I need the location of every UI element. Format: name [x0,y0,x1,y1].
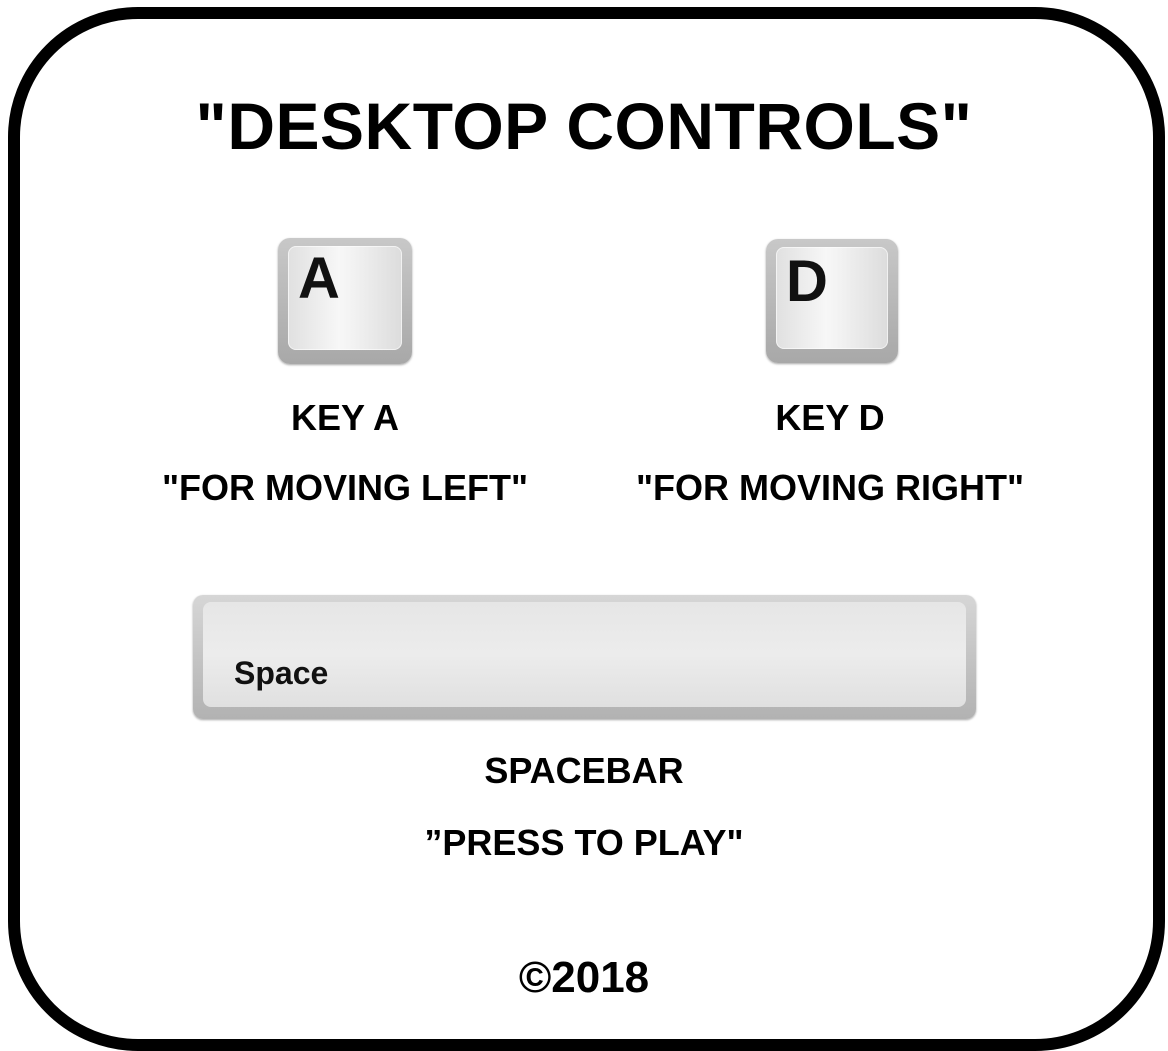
key-a-icon: A [278,238,412,364]
key-a-name: KEY A [290,397,400,438]
spacebar-description: ”PRESS TO PLAY" [424,822,744,863]
key-d-letter: D [786,249,828,314]
spacebar-name: SPACEBAR [484,750,684,791]
key-d-description: "FOR MOVING RIGHT" [635,467,1025,508]
spacebar-icon: Space [193,595,976,719]
copyright: ©2018 [518,953,650,1002]
key-a-letter: A [298,246,340,311]
page-title: "DESKTOP CONTROLS" [195,89,973,163]
key-a-description: "FOR MOVING LEFT" [161,467,529,508]
key-d-name: KEY D [775,397,885,438]
spacebar-cap-label: Space [234,655,329,691]
key-d-icon: D [766,239,898,363]
